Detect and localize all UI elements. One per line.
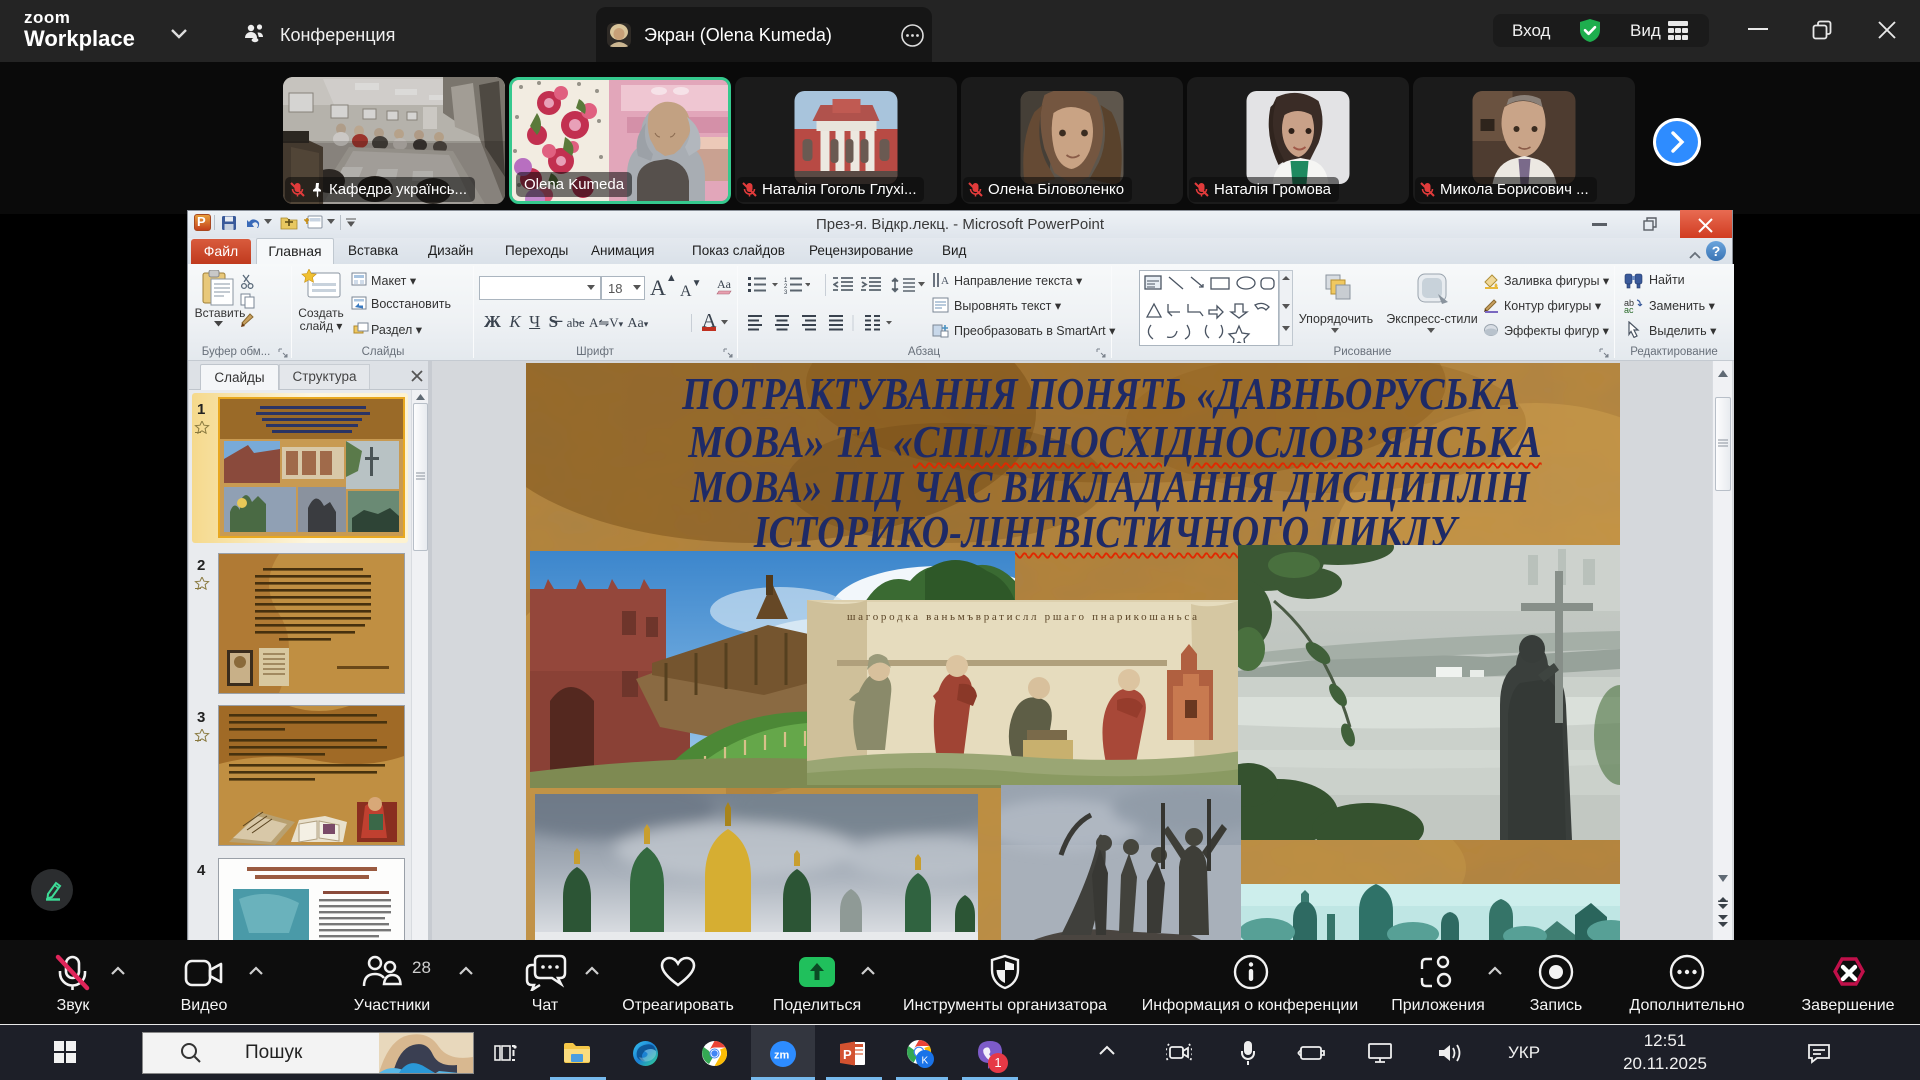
- svg-text:K: K: [922, 1056, 929, 1067]
- svg-text:Aa: Aa: [717, 277, 732, 291]
- svg-text:ac: ac: [1624, 305, 1634, 314]
- svg-text:P: P: [843, 1047, 852, 1062]
- svg-text:шагородка ваньмъвратислл ршаго: шагородка ваньмъвратислл ршаго пнарикоша…: [847, 611, 1197, 623]
- svg-text:A: A: [941, 275, 949, 287]
- svg-text:zm: zm: [774, 1050, 790, 1062]
- svg-text:3: 3: [784, 290, 788, 294]
